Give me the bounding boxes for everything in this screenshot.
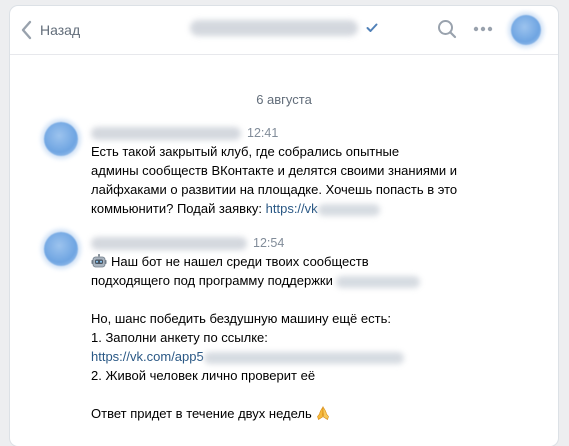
message-line: https://vk.com/app5 <box>91 347 521 366</box>
message-text: Есть такой закрытый клуб, где собрались … <box>91 142 521 218</box>
message-link[interactable]: https://vk.com/app5 <box>91 349 204 364</box>
back-button[interactable]: Назад <box>20 18 80 42</box>
avatar[interactable] <box>44 232 78 266</box>
message-line: Наш бот не нашел среди твоих сообществ <box>91 252 521 271</box>
message-time: 12:54 <box>253 236 285 250</box>
message-line: админы сообществ ВКонтакте и делятся сво… <box>91 163 457 178</box>
chat-header: Назад <box>10 6 558 55</box>
message-line: Есть такой закрытый клуб, где собрались … <box>91 144 400 159</box>
message-line: 1. Заполни анкету по ссылке: <box>91 330 268 345</box>
message-line-text: Наш бот не нашел среди твоих сообществ <box>111 254 369 269</box>
link-blurred <box>317 203 380 216</box>
search-icon[interactable] <box>436 18 458 45</box>
chat-panel: Назад 6 августа 12:41 Есть такой закрыты… <box>10 6 558 446</box>
date-separator: 6 августа <box>256 92 312 107</box>
sender-name-blurred[interactable] <box>91 236 247 250</box>
chat-title[interactable] <box>190 20 378 36</box>
message-line: Но, шанс победить бездушную машину ещё е… <box>91 311 391 326</box>
back-label: Назад <box>40 22 81 38</box>
message-line: Ответ придет в течение двух недель <box>91 404 521 423</box>
folded-hands-emoji-icon <box>315 405 331 426</box>
message-line: 2. Живой человек лично проверит её <box>91 368 316 383</box>
sender-name-blurred[interactable] <box>91 126 241 140</box>
message-line: коммьюнити? Подай заявку: https://vk <box>91 199 521 218</box>
message-time: 12:41 <box>247 126 279 140</box>
message-link[interactable]: https://vk <box>266 201 318 216</box>
message-header: 12:41 <box>91 124 278 142</box>
avatar[interactable] <box>44 122 78 156</box>
verified-check-icon <box>366 23 378 32</box>
message-line-text: коммьюнити? Подай заявку: <box>91 201 266 216</box>
message-line: подходящего под программу поддержки <box>91 271 521 290</box>
link-blurred <box>203 351 404 364</box>
header-avatar[interactable] <box>511 15 541 45</box>
community-name-blurred <box>336 275 421 288</box>
message-text: Наш бот не нашел среди твоих сообществ п… <box>91 252 521 423</box>
chat-name-blurred <box>190 20 358 36</box>
more-dots-icon[interactable] <box>471 18 495 45</box>
message-line-text: Ответ придет в течение двух недель <box>91 406 312 421</box>
message-line: лайфхаками о развитии на площадке. Хочеш… <box>91 182 458 197</box>
message-line-text: подходящего под программу поддержки <box>91 273 337 288</box>
message-header: 12:54 <box>91 234 284 252</box>
chevron-left-icon <box>20 20 32 40</box>
